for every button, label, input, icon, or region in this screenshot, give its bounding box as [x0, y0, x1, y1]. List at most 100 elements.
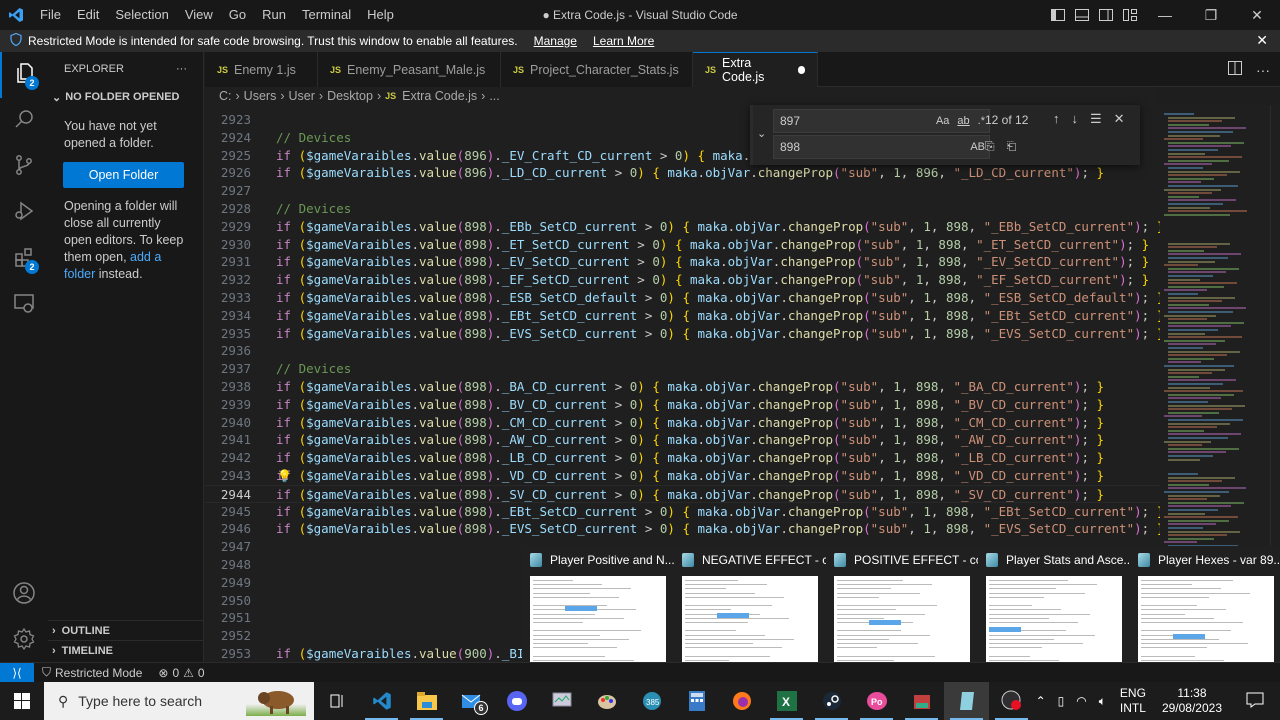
breadcrumb-item[interactable]: Desktop	[327, 89, 373, 103]
find-input[interactable]: 897 Aa ab .*	[773, 109, 990, 133]
close-find-icon[interactable]: ✕	[1114, 111, 1125, 127]
code-line[interactable]: 2941 if ($gameVaraibles.value(898)._AW_CD…	[205, 431, 1160, 449]
activity-extensions[interactable]: 2	[0, 236, 48, 282]
whole-word-icon[interactable]: ab	[957, 110, 969, 132]
taskbar-pink-app-icon[interactable]: Po	[854, 682, 899, 720]
menu-view[interactable]: View	[177, 0, 221, 30]
split-editor-icon[interactable]	[1228, 61, 1242, 78]
activity-remote-explorer[interactable]	[0, 282, 48, 328]
meet-now-icon[interactable]: ▯	[1052, 694, 1071, 708]
taskbar-obs-icon[interactable]	[989, 682, 1034, 720]
breadcrumb-item[interactable]: C:	[219, 89, 232, 103]
preview-thumbnail[interactable]	[986, 576, 1122, 676]
taskbar-excel-icon[interactable]: X	[764, 682, 809, 720]
menu-terminal[interactable]: Terminal	[294, 0, 359, 30]
breadcrumb-item[interactable]: Users	[244, 89, 277, 103]
open-folder-button[interactable]: Open Folder	[63, 162, 184, 188]
find-in-selection-icon[interactable]: ☰	[1090, 111, 1102, 127]
toggle-replace-icon[interactable]: ⌄	[757, 127, 766, 140]
taskbar-discord-icon[interactable]	[494, 682, 539, 720]
wifi-icon[interactable]: ◠	[1070, 694, 1092, 708]
restore-button[interactable]: ❐	[1188, 0, 1234, 30]
breadcrumb-item[interactable]: Extra Code.js	[402, 89, 477, 103]
lightbulb-icon[interactable]: 💡	[277, 467, 292, 485]
breadcrumb-item[interactable]: User	[289, 89, 315, 103]
volume-icon[interactable]: 🔈︎	[1093, 694, 1112, 709]
more-actions-icon[interactable]: ···	[176, 63, 187, 75]
tab-enemy-1[interactable]: JS Enemy 1.js	[205, 52, 318, 87]
replace-all-icon[interactable]: ⎗	[1007, 139, 1017, 154]
replace-input[interactable]: 898 AB	[773, 135, 990, 159]
activity-run-debug[interactable]	[0, 190, 48, 236]
taskbar-game-icon[interactable]	[899, 682, 944, 720]
timeline-section[interactable]: › TIMELINE	[48, 640, 204, 660]
activity-accounts[interactable]	[0, 572, 48, 618]
previous-match-icon[interactable]: ↑	[1053, 111, 1060, 127]
activity-source-control[interactable]	[0, 144, 48, 190]
preview-thumbnail[interactable]	[1138, 576, 1274, 676]
code-line[interactable]: 2946 if ($gameVaraibles.value(898)._EVS_S…	[205, 520, 1160, 538]
taskbar-app-icon[interactable]: 385	[629, 682, 674, 720]
taskbar-notepad-icon[interactable]	[944, 682, 989, 720]
minimize-button[interactable]: —	[1142, 0, 1188, 30]
toggle-panel-icon[interactable]	[1070, 0, 1094, 30]
code-line[interactable]: 2933 if ($gameVaraibles.value(898)._ESB_S…	[205, 289, 1160, 307]
tab-enemy-peasant-male[interactable]: JS Enemy_Peasant_Male.js	[318, 52, 501, 87]
match-case-icon[interactable]: Aa	[936, 110, 949, 132]
code-line[interactable]: 2936	[205, 342, 1160, 360]
menu-file[interactable]: File	[32, 0, 69, 30]
code-line[interactable]: 2937 // Devices	[205, 360, 1160, 378]
code-line[interactable]: 2928 // Devices	[205, 200, 1160, 218]
customize-layout-icon[interactable]	[1118, 0, 1142, 30]
taskbar-calculator-icon[interactable]	[674, 682, 719, 720]
regex-icon[interactable]: .*	[978, 110, 985, 132]
task-view-icon[interactable]	[314, 682, 359, 720]
tab-extra-code[interactable]: JS Extra Code.js	[693, 52, 818, 87]
code-line[interactable]: 2926 if ($gameVaraibles.value(896)._LD_CD…	[205, 164, 1160, 182]
problems-status[interactable]: ⊗ 0 ⚠ 0	[150, 666, 212, 680]
code-line[interactable]: 2927	[205, 182, 1160, 200]
learn-more-link[interactable]: Learn More	[593, 34, 654, 48]
tab-project-character-stats[interactable]: JS Project_Character_Stats.js	[501, 52, 693, 87]
activity-explorer[interactable]: 2	[0, 52, 48, 98]
more-actions-icon[interactable]: ···	[1256, 62, 1270, 78]
close-window-button[interactable]: ✕	[1234, 0, 1280, 30]
no-folder-section-header[interactable]: ⌄ NO FOLDER OPENED	[48, 86, 203, 108]
notifications-icon[interactable]	[1230, 692, 1280, 711]
unsaved-dot-icon[interactable]	[797, 66, 805, 74]
toggle-primary-sidebar-icon[interactable]	[1046, 0, 1070, 30]
outline-section[interactable]: › OUTLINE	[48, 620, 204, 640]
preview-thumbnail[interactable]	[834, 576, 970, 676]
activity-search[interactable]	[0, 98, 48, 144]
taskbar-paint-icon[interactable]	[584, 682, 629, 720]
taskbar-vscode-icon[interactable]	[359, 682, 404, 720]
close-banner-icon[interactable]: ✕	[1256, 32, 1268, 49]
remote-indicator-icon[interactable]: ⟩⟨	[0, 662, 34, 683]
taskbar-monitor-app-icon[interactable]	[539, 682, 584, 720]
breadcrumb-item[interactable]: ...	[489, 89, 499, 103]
code-line[interactable]: 2938 if ($gameVaraibles.value(898)._BA_CD…	[205, 378, 1160, 396]
code-line[interactable]: 2940 if ($gameVaraibles.value(898)._CM_CD…	[205, 414, 1160, 432]
preview-thumbnail[interactable]	[530, 576, 666, 676]
taskbar-mail-icon[interactable]: 6	[449, 682, 494, 720]
preview-thumbnail[interactable]	[682, 576, 818, 676]
menu-go[interactable]: Go	[221, 0, 254, 30]
manage-link[interactable]: Manage	[534, 34, 577, 48]
menu-selection[interactable]: Selection	[107, 0, 176, 30]
code-line[interactable]: 2930 if ($gameVaraibles.value(898)._ET_Se…	[205, 236, 1160, 254]
toggle-secondary-sidebar-icon[interactable]	[1094, 0, 1118, 30]
taskbar-search-box[interactable]: ⚲ Type here to search	[44, 682, 314, 720]
menu-run[interactable]: Run	[254, 0, 294, 30]
taskbar-steam-icon[interactable]	[809, 682, 854, 720]
clock[interactable]: 11:38 29/08/2023	[1154, 686, 1230, 716]
replace-icon[interactable]: ⎘	[985, 139, 995, 154]
code-line[interactable]: 2942 if ($gameVaraibles.value(898)._LB_CD…	[205, 449, 1160, 467]
code-line[interactable]: 2934 if ($gameVaraibles.value(898)._EBt_S…	[205, 307, 1160, 325]
restricted-mode-status[interactable]: ⛉ Restricted Mode	[34, 665, 150, 680]
taskbar-file-explorer-icon[interactable]	[404, 682, 449, 720]
code-line[interactable]: 2932 if ($gameVaraibles.value(898)._EF_Se…	[205, 271, 1160, 289]
code-line[interactable]: 2931 if ($gameVaraibles.value(898)._EV_Se…	[205, 253, 1160, 271]
code-line[interactable]: 2945 if ($gameVaraibles.value(898)._EBt_S…	[205, 503, 1160, 521]
menu-help[interactable]: Help	[359, 0, 402, 30]
code-line[interactable]: 2929 if ($gameVaraibles.value(898)._EBb_S…	[205, 218, 1160, 236]
